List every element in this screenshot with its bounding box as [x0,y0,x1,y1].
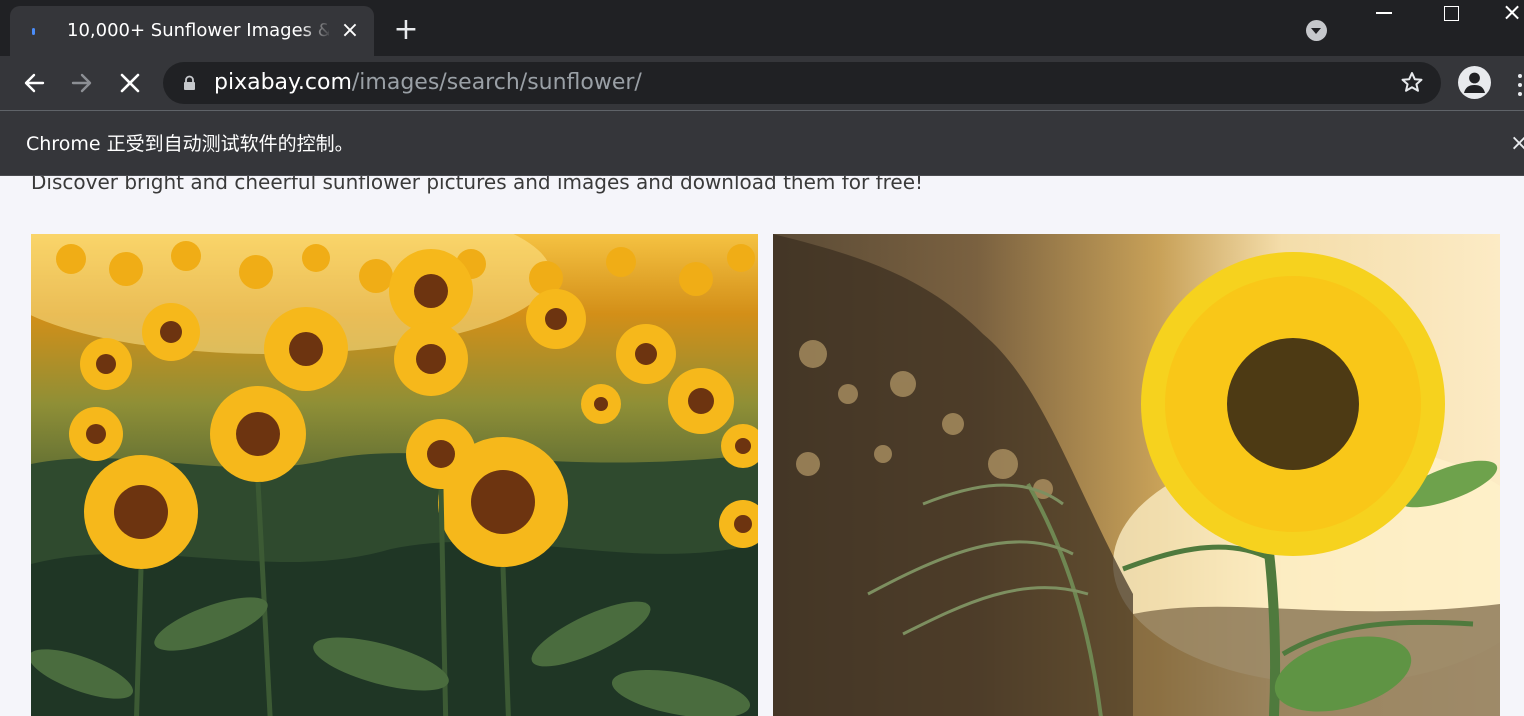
new-tab-button[interactable]: + [392,15,420,45]
browser-menu-icon[interactable] [1516,74,1524,96]
sunflower-sunset-image[interactable] [773,234,1500,716]
browser-tab-strip: 10,000+ Sunflower Images & F × + × [0,0,1524,56]
sunflower-sunset-graphic [773,234,1500,716]
url-host: pixabay.com [214,70,352,95]
browser-toolbar: pixabay.com/images/search/sunflower/ [0,56,1524,110]
sunflower-field-image[interactable] [31,234,758,716]
close-window-icon[interactable]: × [1500,0,1524,24]
tab-title-fade [300,18,332,44]
url-text[interactable]: pixabay.com/images/search/sunflower/ [214,70,642,96]
page-description: Discover bright and cheerful sunflower p… [31,176,924,194]
tab-title: 10,000+ Sunflower Images & F [67,20,329,41]
infobar-close-icon[interactable]: × [1510,132,1524,156]
url-path: /images/search/sunflower/ [351,70,642,95]
automation-infobar: Chrome 正受到自动测试软件的控制。 × [0,110,1524,176]
tab-close-icon[interactable]: × [339,20,361,42]
sunflower-field-graphic [31,234,758,716]
profile-icon[interactable] [1458,66,1491,99]
tab-search-icon[interactable] [1306,20,1327,41]
minimize-window-icon[interactable] [1376,12,1392,14]
bookmark-star-icon[interactable] [1399,70,1425,96]
active-tab[interactable]: 10,000+ Sunflower Images & F × [10,6,374,56]
loading-favicon-icon [32,28,35,35]
stop-loading-icon[interactable] [115,68,145,98]
forward-arrow-icon[interactable] [67,68,97,98]
address-bar[interactable]: pixabay.com/images/search/sunflower/ [163,62,1441,104]
infobar-message: Chrome 正受到自动测试软件的控制。 [26,133,354,155]
page-content: Discover bright and cheerful sunflower p… [0,176,1524,716]
back-arrow-icon[interactable] [19,68,49,98]
lock-icon[interactable] [183,75,196,91]
maximize-window-icon[interactable] [1444,6,1459,21]
